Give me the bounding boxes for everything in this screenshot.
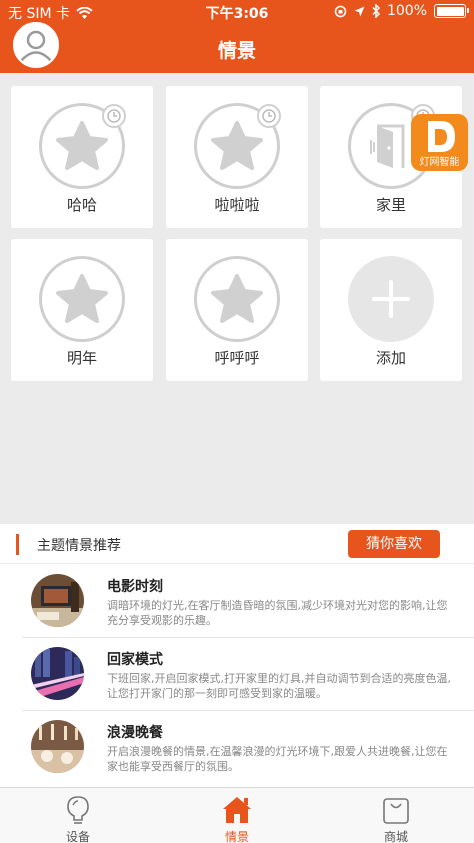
list-item-title: 回家模式 — [107, 652, 163, 668]
recommend-list: 电影时刻 调暗环境的灯光,在客厅制造昏暗的氛围,减少环境对光对您的影响,让您充分… — [0, 564, 474, 787]
battery-icon — [434, 4, 469, 18]
top-bar: 无 SIM 卡 下午3:06 100% 情景 — [0, 0, 474, 73]
dengwang-app-badge[interactable]: 灯网智能 — [411, 114, 468, 171]
scene-circle — [39, 256, 125, 342]
badge-text: 灯网智能 — [419, 157, 460, 168]
star-icon — [211, 121, 263, 170]
scene-circle — [348, 256, 434, 342]
tab-devices[interactable]: 设备 — [18, 788, 138, 843]
scene-label: 呼呼呼 — [214, 349, 260, 367]
recommend-title: 主题情景推荐 — [37, 538, 121, 554]
scene-label: 家里 — [375, 196, 406, 214]
tab-bar: 设备 情景 商城 — [0, 787, 474, 843]
plus-icon — [372, 280, 410, 318]
section-accent-bar — [16, 534, 19, 555]
bluetooth-icon — [372, 4, 380, 18]
movie-thumbnail — [31, 574, 84, 627]
timer-clock-icon — [102, 104, 126, 128]
scene-circle — [194, 103, 281, 189]
location-icon — [354, 6, 365, 16]
list-item-desc: 调暗环境的灯光,在客厅制造昏暗的氛围,减少环境对光对您的影响,让您充分享受观影的… — [107, 599, 448, 627]
tab-label: 商城 — [383, 830, 408, 843]
dengwang-logo-icon — [428, 121, 455, 152]
scene-label: 哈哈 — [66, 196, 97, 214]
orientation-lock-icon — [334, 5, 347, 17]
guess-you-like-button[interactable]: 猜你喜欢 — [348, 530, 440, 558]
status-right: 100% — [334, 3, 469, 19]
bag-icon — [383, 798, 409, 824]
list-item-title: 电影时刻 — [107, 579, 163, 595]
list-item[interactable]: 浪漫晚餐 开启浪漫晚餐的情景,在温馨浪漫的灯光环境下,跟爱人共进晚餐,让您在家也… — [0, 710, 474, 783]
tab-label: 情景 — [224, 830, 249, 843]
scene-card[interactable]: 哈哈 — [11, 86, 153, 228]
dinner-thumbnail — [31, 720, 84, 773]
recommend-header: 主题情景推荐 猜你喜欢 — [0, 524, 474, 564]
tab-scenes[interactable]: 情景 — [177, 788, 297, 843]
home-icon — [223, 797, 251, 823]
scene-grid: 哈哈 啦啦啦 家里 明年 呼呼呼 添加 — [0, 73, 474, 523]
page-title: 情景 — [217, 40, 256, 62]
star-icon — [56, 121, 108, 170]
door-icon — [370, 124, 405, 168]
tab-label: 设备 — [65, 830, 90, 843]
home-mode-thumbnail — [31, 647, 84, 700]
list-item[interactable]: 回家模式 下班回家,开启回家模式,打开家里的灯具,并自动调节到合适的亮度色温,让… — [0, 637, 474, 710]
scene-circle — [39, 103, 126, 189]
timer-clock-icon — [257, 104, 281, 128]
tab-store[interactable]: 商城 — [336, 788, 456, 843]
star-icon — [56, 274, 108, 323]
scene-label: 啦啦啦 — [214, 196, 260, 214]
bulb-icon — [67, 796, 89, 824]
scene-card[interactable]: 啦啦啦 — [166, 86, 308, 228]
star-icon — [211, 274, 263, 323]
battery-percent: 100% — [386, 3, 427, 19]
scene-circle — [194, 256, 280, 342]
scene-card[interactable]: 明年 — [11, 239, 153, 381]
scene-card[interactable]: 呼呼呼 — [166, 239, 308, 381]
status-bar: 无 SIM 卡 下午3:06 100% — [0, 0, 474, 24]
list-item-desc: 下班回家,开启回家模式,打开家里的灯具,并自动调节到合适的亮度色温,让您打开家门… — [107, 672, 451, 700]
list-item-title: 浪漫晚餐 — [107, 725, 163, 741]
list-item[interactable]: 电影时刻 调暗环境的灯光,在客厅制造昏暗的氛围,减少环境对光对您的影响,让您充分… — [0, 564, 474, 637]
list-item-desc: 开启浪漫晚餐的情景,在温馨浪漫的灯光环境下,跟爱人共进晚餐,让您在家也能享受西餐… — [107, 745, 448, 773]
add-scene-button[interactable]: 添加 — [320, 239, 462, 381]
scene-label: 明年 — [66, 349, 97, 367]
scene-label: 添加 — [375, 349, 406, 367]
